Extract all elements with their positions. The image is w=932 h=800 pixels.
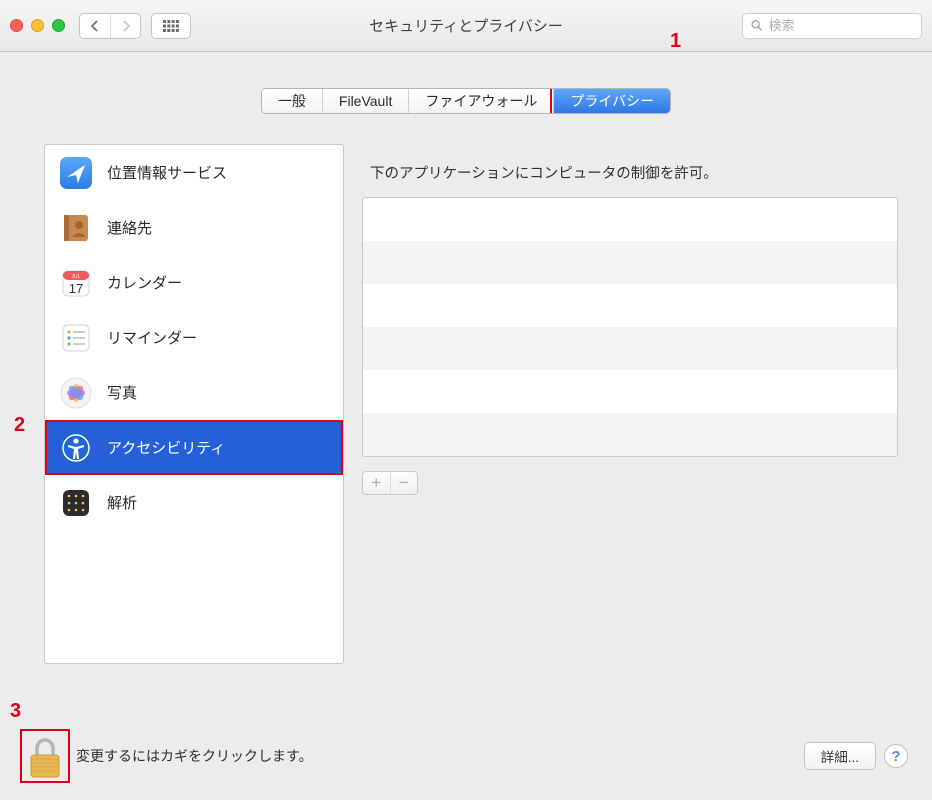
help-button[interactable]: ? [884, 744, 908, 768]
unlock-button[interactable] [24, 733, 66, 779]
photos-icon [59, 376, 93, 410]
sidebar-item-label: 位置情報サービス [107, 162, 227, 183]
reminders-icon [59, 321, 93, 355]
contacts-icon [59, 211, 93, 245]
lock-text: 変更するにはカギをクリックします。 [76, 746, 313, 766]
minus-icon: − [399, 473, 409, 493]
sidebar-item-analytics[interactable]: 解析 [45, 475, 343, 530]
annotation-3-label: 3 [10, 700, 21, 723]
window-controls [10, 19, 65, 32]
location-arrow-icon [59, 156, 93, 190]
sidebar-item-label: カレンダー [107, 272, 182, 293]
tab-label: プライバシー [570, 91, 654, 111]
search-icon [751, 19, 763, 32]
right-pane: 下のアプリケーションにコンピュータの制御を許可。 + − [362, 144, 898, 664]
sidebar-item-photos[interactable]: 写真 [45, 365, 343, 420]
help-label: ? [891, 748, 900, 765]
bottom-bar: 3 変更するにはカギをクリックします。 詳細... ? [0, 722, 932, 800]
show-all-button[interactable] [151, 13, 191, 39]
allowed-apps-list[interactable] [362, 197, 898, 457]
accessibility-icon [59, 431, 93, 465]
calendar-icon: JUL17 [59, 266, 93, 300]
add-app-button[interactable]: + [363, 472, 390, 494]
annotation-1-label: 1 [670, 30, 681, 53]
sidebar-item-calendar[interactable]: JUL17 カレンダー [45, 255, 343, 310]
tab-firewall[interactable]: ファイアウォール [409, 89, 554, 113]
preferences-window: セキュリティとプライバシー 1 一般 FileVault ファイアウォール プラ… [0, 0, 932, 800]
plus-icon: + [371, 473, 381, 493]
list-row [363, 327, 897, 370]
lock-area: 変更するにはカギをクリックします。 [24, 733, 313, 779]
tab-label: ファイアウォール [425, 91, 537, 111]
list-row [363, 198, 897, 241]
advanced-button[interactable]: 詳細... [804, 742, 876, 770]
close-window-button[interactable] [10, 19, 23, 32]
sidebar-item-label: 写真 [107, 382, 137, 403]
list-edit-buttons: + − [362, 471, 418, 495]
grid-icon [163, 20, 179, 32]
tab-label: FileVault [339, 93, 392, 109]
nav-buttons [79, 13, 141, 39]
window-title: セキュリティとプライバシー [369, 15, 563, 36]
sidebar-item-label: 連絡先 [107, 217, 152, 238]
minimize-window-button[interactable] [31, 19, 44, 32]
list-row [363, 284, 897, 327]
sidebar-item-contacts[interactable]: 連絡先 [45, 200, 343, 255]
sidebar-item-label: 解析 [107, 492, 137, 513]
sidebar-item-label: アクセシビリティ [107, 437, 225, 458]
list-row [363, 241, 897, 284]
advanced-label: 詳細... [821, 750, 859, 765]
privacy-sidebar: 位置情報サービス 連絡先 JUL17 カレンダー [44, 144, 344, 664]
diagnostics-icon [59, 486, 93, 520]
list-row [363, 413, 897, 456]
tab-general[interactable]: 一般 [262, 89, 323, 113]
annotation-2-label: 2 [14, 414, 25, 437]
back-button[interactable] [80, 14, 110, 38]
sidebar-item-accessibility[interactable]: アクセシビリティ [45, 420, 343, 475]
content-area: 2 位置情報サービス 連絡先 JUL17 [0, 114, 932, 664]
search-box[interactable] [742, 13, 922, 39]
search-input[interactable] [769, 18, 913, 33]
tab-label: 一般 [278, 91, 306, 111]
pane-description: 下のアプリケーションにコンピュータの制御を許可。 [362, 144, 898, 197]
zoom-window-button[interactable] [52, 19, 65, 32]
sidebar-item-location[interactable]: 位置情報サービス [45, 145, 343, 200]
svg-text:JUL: JUL [72, 274, 81, 280]
chevron-right-icon [121, 20, 131, 32]
tabs: 一般 FileVault ファイアウォール プライバシー [261, 88, 671, 114]
sidebar-item-label: リマインダー [107, 327, 197, 348]
tabs-row: 1 一般 FileVault ファイアウォール プライバシー [0, 52, 932, 114]
titlebar: セキュリティとプライバシー [0, 0, 932, 52]
remove-app-button[interactable]: − [390, 472, 418, 494]
list-row [363, 370, 897, 413]
svg-text:17: 17 [69, 281, 83, 296]
lock-icon [25, 735, 65, 779]
tab-filevault[interactable]: FileVault [323, 89, 409, 113]
sidebar-item-reminders[interactable]: リマインダー [45, 310, 343, 365]
tab-privacy[interactable]: プライバシー [554, 89, 670, 113]
chevron-left-icon [90, 20, 100, 32]
forward-button[interactable] [110, 14, 140, 38]
